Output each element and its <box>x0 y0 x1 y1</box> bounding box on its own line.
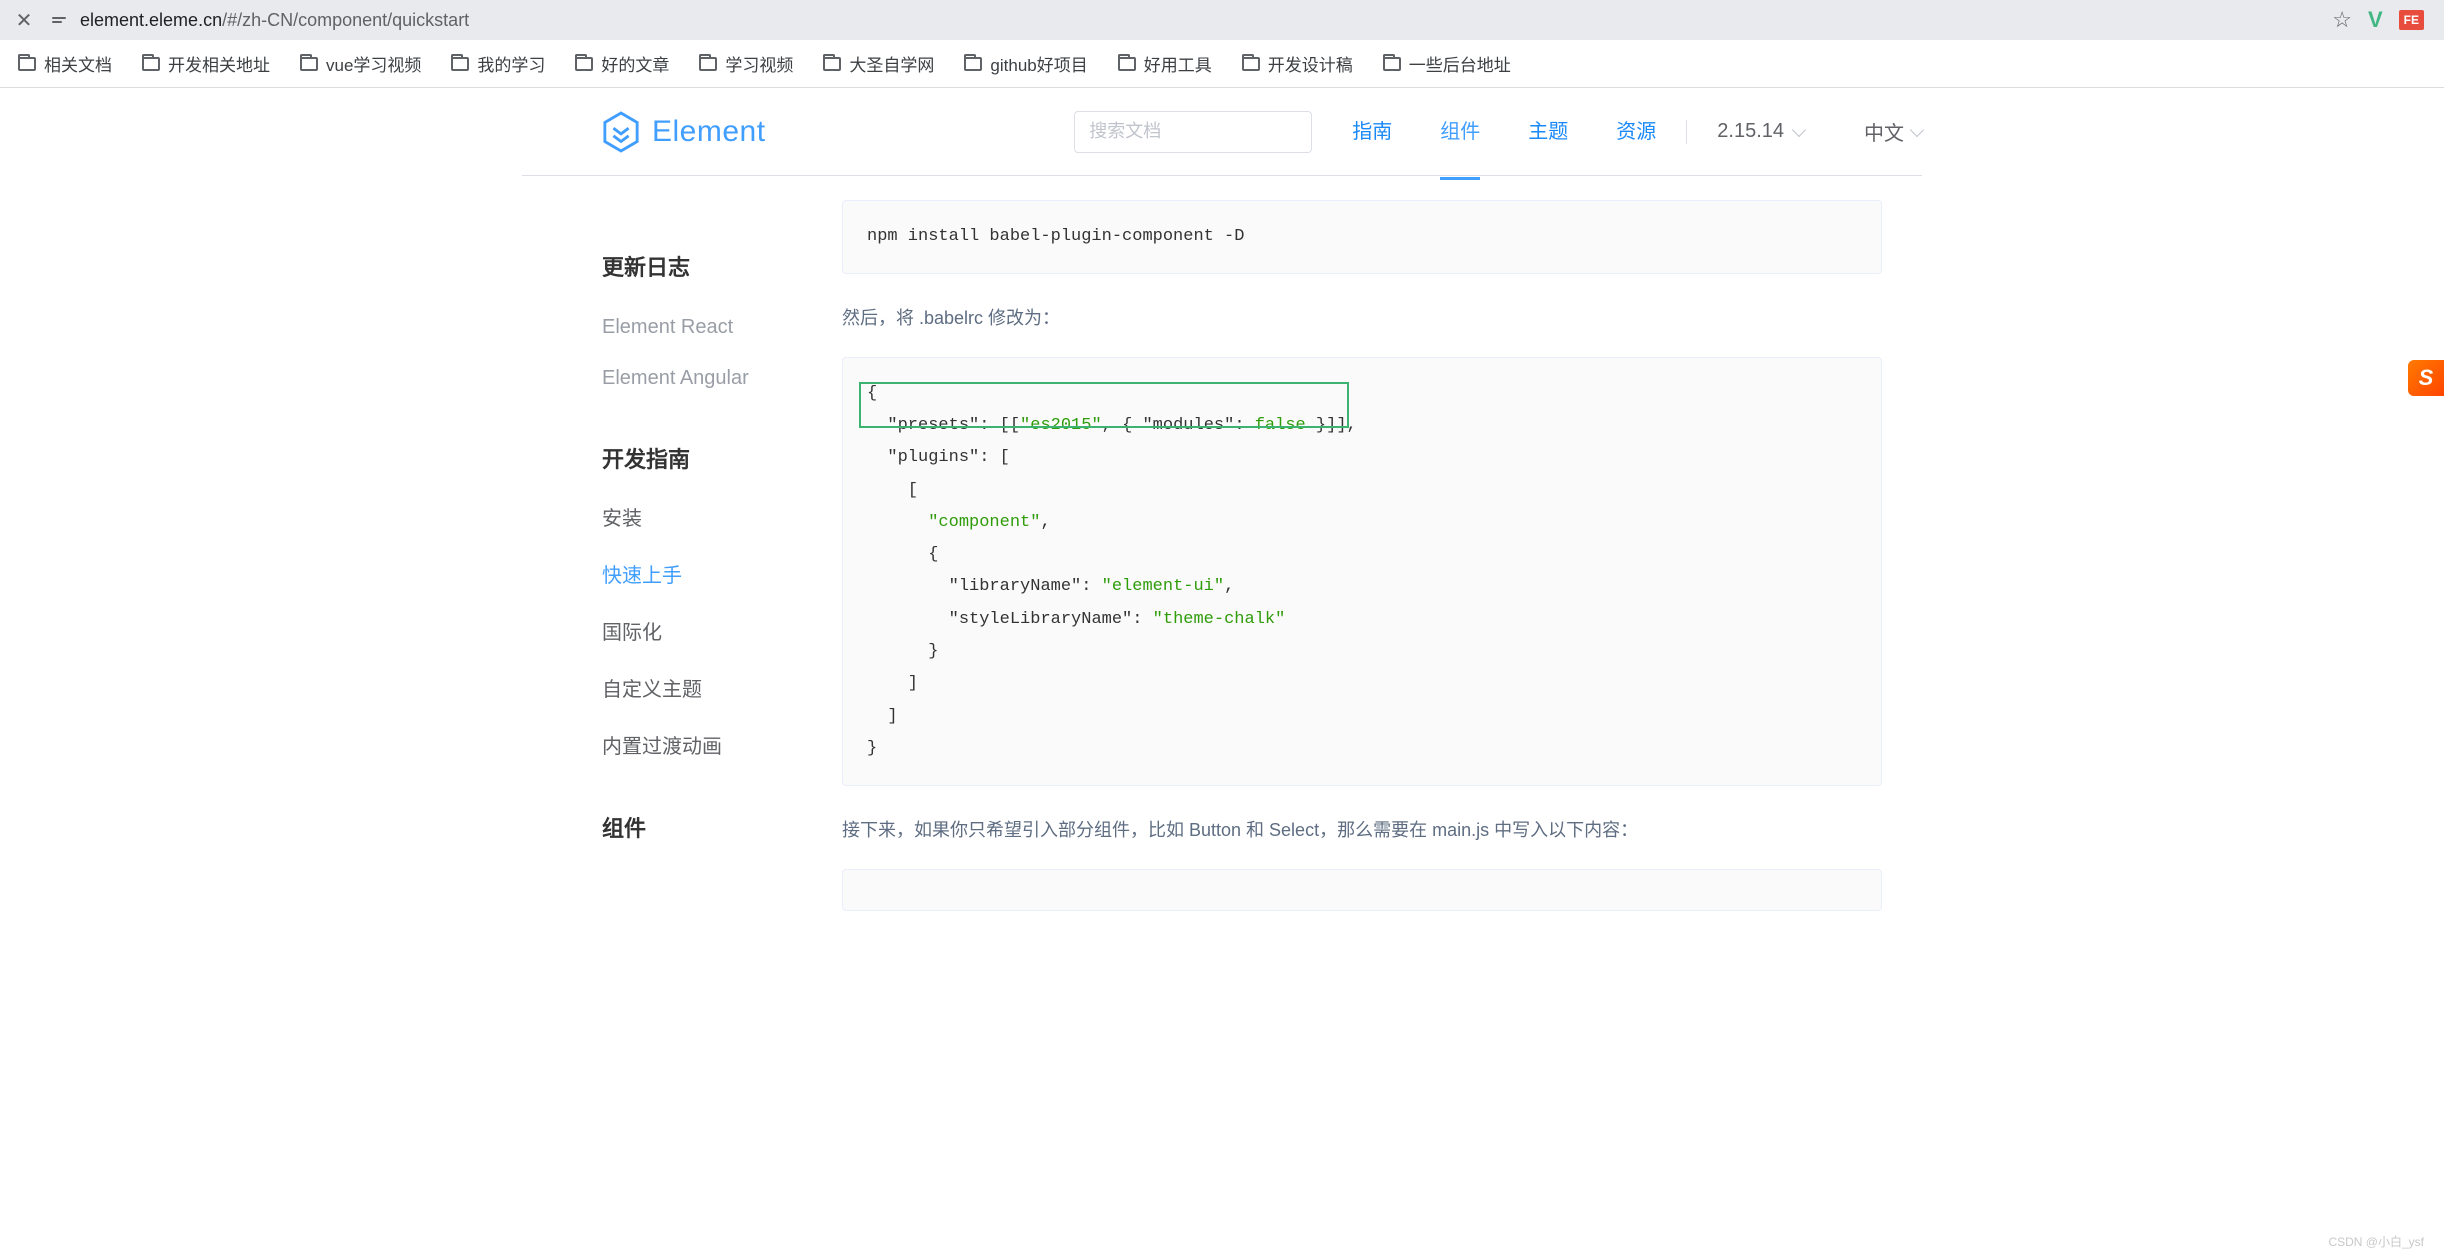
sidebar-item-transition[interactable]: 内置过渡动画 <box>602 716 822 773</box>
bookmark-folder[interactable]: github好项目 <box>954 45 1097 82</box>
folder-icon <box>823 57 841 71</box>
logo-text: Element <box>652 115 766 149</box>
folder-icon <box>451 57 469 71</box>
version-select[interactable]: 2.15.14 <box>1717 120 1804 143</box>
bookmark-star-icon[interactable]: ☆ <box>2332 7 2352 33</box>
folder-icon <box>699 57 717 71</box>
sidebar-item-i18n[interactable]: 国际化 <box>602 602 822 659</box>
bookmarks-bar: 相关文档 开发相关地址 vue学习视频 我的学习 好的文章 学习视频 大圣自学网… <box>0 40 2444 88</box>
bookmark-folder[interactable]: 开发设计稿 <box>1232 45 1363 82</box>
main-layout: 更新日志 Element React Element Angular 开发指南 … <box>522 176 1922 939</box>
browser-address-bar: ✕ element.eleme.cn/#/zh-CN/component/qui… <box>0 0 2444 40</box>
sidebar-item-angular[interactable]: Element Angular <box>602 353 822 404</box>
code-text: npm install babel-plugin-component -D <box>867 221 1857 253</box>
bookmark-folder[interactable]: vue学习视频 <box>290 45 431 82</box>
csdn-watermark: CSDN @小白_ysf <box>2328 1233 2424 1250</box>
nav-theme[interactable]: 主题 <box>1528 115 1568 148</box>
sidebar: 更新日志 Element React Element Angular 开发指南 … <box>522 200 842 939</box>
folder-icon <box>575 57 593 71</box>
bookmark-label: 大圣自学网 <box>849 51 934 76</box>
bookmark-label: 开发设计稿 <box>1268 51 1353 76</box>
sogou-float-icon[interactable]: S <box>2408 360 2444 396</box>
search-input[interactable] <box>1089 121 1297 142</box>
folder-icon <box>1242 57 1260 71</box>
nav-links: 指南 组件 主题 资源 <box>1352 115 1656 148</box>
paragraph-babelrc: 然后，将 .babelrc 修改为： <box>842 302 1882 334</box>
site-settings-icon[interactable] <box>52 11 70 29</box>
bookmark-label: 一些后台地址 <box>1409 51 1511 76</box>
folder-icon <box>142 57 160 71</box>
paragraph-next: 接下来，如果你只希望引入部分组件，比如 Button 和 Select，那么需要… <box>842 814 1882 846</box>
url-host: element.eleme.cn <box>80 10 222 30</box>
bookmark-label: 好的文章 <box>601 51 669 76</box>
code-block-npm-install: npm install babel-plugin-component -D <box>842 200 1882 274</box>
nav-resource[interactable]: 资源 <box>1616 115 1656 148</box>
bookmark-label: 相关文档 <box>44 51 112 76</box>
folder-icon <box>1118 57 1136 71</box>
bookmark-label: vue学习视频 <box>326 51 421 76</box>
bookmark-folder[interactable]: 大圣自学网 <box>813 45 944 82</box>
sidebar-item-changelog[interactable]: 更新日志 <box>602 250 822 282</box>
language-select[interactable]: 中文 <box>1864 117 1922 146</box>
content: npm install babel-plugin-component -D 然后… <box>842 200 1902 939</box>
code-block-babelrc: { "presets": [["es2015", { "modules": fa… <box>842 357 1882 787</box>
url-text: element.eleme.cn/#/zh-CN/component/quick… <box>80 10 469 31</box>
bookmark-folder[interactable]: 我的学习 <box>441 45 555 82</box>
folder-icon <box>18 57 36 71</box>
search-box[interactable] <box>1074 111 1312 153</box>
sidebar-item-install[interactable]: 安装 <box>602 488 822 545</box>
folder-icon <box>1383 57 1401 71</box>
sidebar-item-react[interactable]: Element React <box>602 302 822 353</box>
url-area[interactable]: element.eleme.cn/#/zh-CN/component/quick… <box>52 10 2318 31</box>
bookmark-folder[interactable]: 开发相关地址 <box>132 45 280 82</box>
browser-right-icons: ☆ V FE <box>2332 7 2434 33</box>
sidebar-section-components: 组件 <box>602 811 822 843</box>
sidebar-item-quickstart[interactable]: 快速上手 <box>602 545 822 602</box>
folder-icon <box>300 57 318 71</box>
logo[interactable]: Element <box>522 111 766 153</box>
divider <box>1686 120 1687 144</box>
nav-guide[interactable]: 指南 <box>1352 115 1392 148</box>
vue-devtools-icon[interactable]: V <box>2368 7 2383 33</box>
code-block-mainjs <box>842 869 1882 911</box>
bookmark-label: 好用工具 <box>1144 51 1212 76</box>
bookmark-folder[interactable]: 相关文档 <box>8 45 122 82</box>
bookmark-label: 我的学习 <box>477 51 545 76</box>
fe-extension-icon[interactable]: FE <box>2399 10 2424 30</box>
bookmark-folder[interactable]: 好的文章 <box>565 45 679 82</box>
bookmark-folder[interactable]: 一些后台地址 <box>1373 45 1521 82</box>
site-header: Element 指南 组件 主题 资源 2.15.14 中文 <box>522 88 1922 176</box>
bookmark-folder[interactable]: 好用工具 <box>1108 45 1222 82</box>
url-path: /#/zh-CN/component/quickstart <box>222 10 469 30</box>
nav-component[interactable]: 组件 <box>1440 115 1480 148</box>
sidebar-item-custom-theme[interactable]: 自定义主题 <box>602 659 822 716</box>
close-tab-icon[interactable]: ✕ <box>10 8 38 33</box>
bookmark-label: 开发相关地址 <box>168 51 270 76</box>
logo-icon <box>602 111 640 153</box>
bookmark-label: github好项目 <box>990 51 1087 76</box>
version-label: 2.15.14 <box>1717 120 1784 143</box>
chevron-down-icon <box>1910 122 1924 136</box>
bookmark-folder[interactable]: 学习视频 <box>689 45 803 82</box>
sidebar-section-dev-guide: 开发指南 <box>602 442 822 474</box>
bookmark-label: 学习视频 <box>725 51 793 76</box>
chevron-down-icon <box>1792 122 1806 136</box>
folder-icon <box>964 57 982 71</box>
code-text: { "presets": [["es2015", { "modules": fa… <box>867 378 1857 766</box>
language-label: 中文 <box>1864 117 1904 146</box>
